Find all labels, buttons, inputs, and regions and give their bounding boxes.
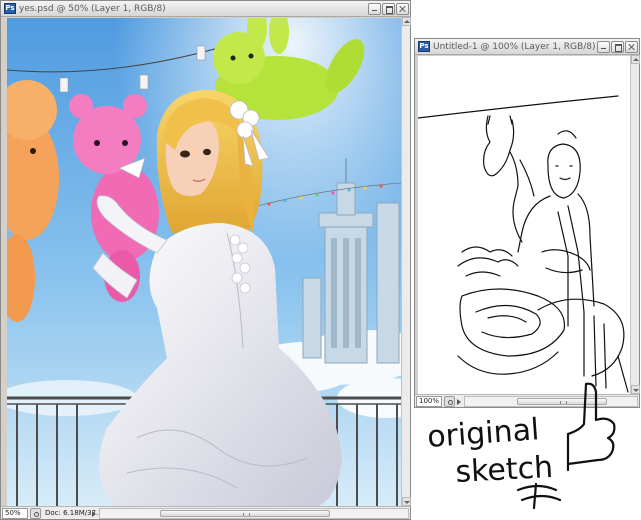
painting-vertical-scrollbar[interactable]	[401, 17, 411, 506]
painting-title-bar[interactable]: Ps yes.psd @ 50% (Layer 1, RGB/8)	[1, 1, 410, 17]
painting-canvas[interactable]	[7, 18, 403, 508]
painting-scroll-thumb[interactable]	[160, 509, 330, 517]
painting-zoom-field[interactable]: 50%	[2, 507, 28, 519]
maximize-icon[interactable]	[382, 2, 395, 15]
painting-document-window[interactable]: Ps yes.psd @ 50% (Layer 1, RGB/8) 50% Do…	[0, 0, 411, 520]
status-settings-icon[interactable]	[30, 507, 41, 519]
annotation-word-original: original	[426, 412, 540, 455]
maximize-icon[interactable]	[611, 40, 624, 53]
painting-window-title: yes.psd @ 50% (Layer 1, RGB/8)	[19, 3, 166, 14]
handwritten-annotation: original sketch	[426, 382, 616, 510]
sketch-canvas[interactable]	[418, 56, 632, 396]
painting-horizontal-scrollbar[interactable]	[99, 507, 409, 519]
sketch-title-bar[interactable]: Ps Untitled-1 @ 100% (Layer 1, RGB/8)	[415, 39, 639, 55]
annotation-word-sketch: sketch	[455, 450, 554, 490]
close-icon[interactable]	[396, 2, 409, 15]
scroll-up-arrow-icon[interactable]	[631, 55, 640, 64]
minimize-icon[interactable]	[597, 40, 610, 53]
sketch-lineart	[418, 95, 629, 393]
painting-status-bar: 50% Doc: 6.18M/37.2M	[1, 506, 410, 519]
scroll-down-arrow-icon[interactable]	[402, 497, 411, 506]
doc-size-info: Doc: 6.18M/37.2M	[45, 509, 109, 517]
sketch-document-window[interactable]: Ps Untitled-1 @ 100% (Layer 1, RGB/8) 10…	[414, 38, 640, 408]
desktop: Ps yes.psd @ 50% (Layer 1, RGB/8) 50% Do…	[0, 0, 641, 520]
sketch-vertical-scrollbar[interactable]	[630, 55, 640, 394]
scroll-up-arrow-icon[interactable]	[402, 17, 411, 26]
minimize-icon[interactable]	[368, 2, 381, 15]
photoshop-icon: Ps	[4, 3, 16, 14]
photoshop-icon: Ps	[418, 41, 430, 52]
close-icon[interactable]	[625, 40, 638, 53]
painting-artwork	[7, 18, 403, 508]
sketch-window-title: Untitled-1 @ 100% (Layer 1, RGB/8)	[433, 41, 596, 52]
status-menu-arrow-icon[interactable]	[91, 509, 98, 518]
